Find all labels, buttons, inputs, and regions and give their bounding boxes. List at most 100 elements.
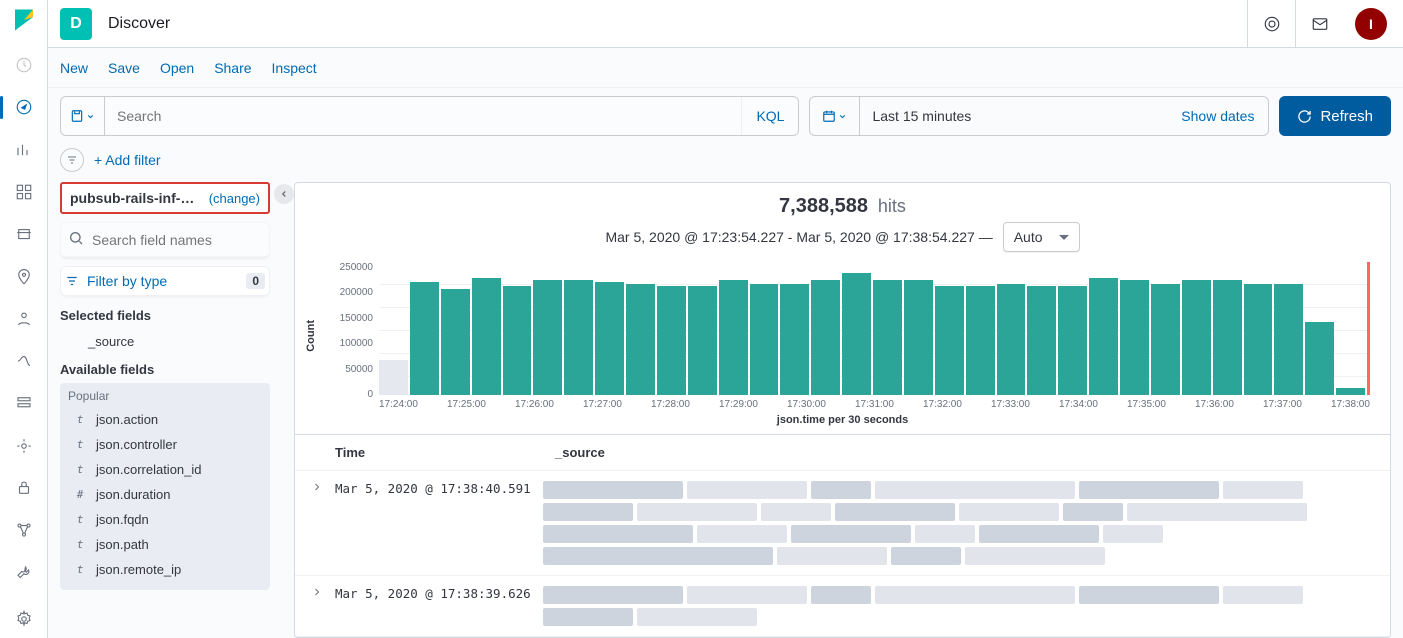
field-type-icon: t: [72, 413, 88, 426]
collapse-sidebar-button[interactable]: [274, 184, 294, 204]
field-item[interactable]: tjson.action: [68, 407, 262, 432]
rail-uptime-icon[interactable]: [4, 469, 44, 507]
rail-recent-icon[interactable]: [4, 46, 44, 84]
histogram-bar[interactable]: [379, 360, 408, 395]
field-type-icon: #: [72, 488, 88, 501]
histogram-bar[interactable]: [626, 284, 655, 395]
histogram-bar[interactable]: [935, 286, 964, 395]
column-source[interactable]: _source: [555, 445, 605, 460]
index-pattern-change[interactable]: (change): [209, 191, 260, 206]
rail-discover-icon[interactable]: [4, 88, 44, 126]
histogram-bar[interactable]: [750, 284, 779, 395]
date-picker-button[interactable]: [810, 97, 860, 135]
field-item[interactable]: t json.path: [68, 532, 262, 557]
y-tick: 200000: [340, 287, 373, 298]
rail-maps-icon[interactable]: [4, 257, 44, 295]
field-name: json.remote_ip: [96, 562, 181, 577]
field-item[interactable]: tjson.correlation_id: [68, 457, 262, 482]
histogram-bar[interactable]: [472, 278, 501, 395]
histogram-bar[interactable]: [410, 282, 439, 395]
interval-select[interactable]: Auto: [1003, 222, 1080, 252]
column-time[interactable]: Time: [335, 445, 555, 460]
histogram-bar[interactable]: [1213, 280, 1242, 395]
histogram-bar[interactable]: [533, 280, 562, 395]
field-item[interactable]: tjson.fqdn: [68, 507, 262, 532]
expand-row-icon[interactable]: [311, 586, 327, 598]
rail-management-icon[interactable]: [4, 600, 44, 638]
histogram-bar[interactable]: [1120, 280, 1149, 395]
field-name: json.path: [96, 537, 149, 552]
field-item[interactable]: tjson.remote_ip: [68, 557, 262, 582]
search-icon: [68, 230, 84, 246]
add-filter-button[interactable]: + Add filter: [94, 152, 161, 168]
histogram-chart[interactable]: Count 250000200000150000100000500000 17:…: [295, 262, 1390, 410]
histogram-bar[interactable]: [997, 284, 1026, 395]
rail-ml-icon[interactable]: [4, 300, 44, 338]
histogram-bar[interactable]: [657, 286, 686, 395]
y-tick: 250000: [340, 262, 373, 273]
date-range-text[interactable]: Last 15 minutes: [860, 108, 1167, 124]
expand-row-icon[interactable]: [311, 481, 327, 493]
new-button[interactable]: New: [60, 60, 88, 76]
histogram-bar[interactable]: [564, 280, 593, 395]
histogram-bar[interactable]: [811, 280, 840, 395]
inspect-button[interactable]: Inspect: [272, 60, 317, 76]
histogram-bar[interactable]: [595, 282, 624, 395]
field-item[interactable]: #json.duration: [68, 482, 262, 507]
share-button[interactable]: Share: [214, 60, 251, 76]
rail-dashboard-icon[interactable]: [4, 173, 44, 211]
field-search-input[interactable]: [60, 222, 270, 258]
field-type-icon: t: [72, 538, 88, 551]
kibana-logo[interactable]: [12, 8, 36, 32]
x-tick: 17:36:00: [1195, 399, 1234, 410]
histogram-bar[interactable]: [780, 284, 809, 395]
search-input[interactable]: [105, 97, 741, 135]
row-time: Mar 5, 2020 @ 17:38:40.591: [335, 481, 535, 496]
histogram-bar[interactable]: [1336, 388, 1365, 395]
rail-canvas-icon[interactable]: [4, 215, 44, 253]
x-tick: 17:24:00: [379, 399, 418, 410]
histogram-bar[interactable]: [1244, 284, 1273, 395]
histogram-bar[interactable]: [688, 286, 717, 395]
histogram-bar[interactable]: [1058, 286, 1087, 395]
newsfeed-icon[interactable]: [1247, 0, 1295, 48]
show-dates-button[interactable]: Show dates: [1167, 108, 1268, 124]
histogram-bar[interactable]: [719, 280, 748, 395]
saved-queries-button[interactable]: [61, 97, 105, 135]
rail-graph-icon[interactable]: [4, 511, 44, 549]
field-item[interactable]: tjson.controller: [68, 432, 262, 457]
document-table: Time _source Mar 5, 2020 @ 17:38:40.591 M…: [295, 434, 1390, 637]
filter-options-icon[interactable]: [60, 148, 84, 172]
x-tick: 17:29:00: [719, 399, 758, 410]
filter-by-type-button[interactable]: Filter by type 0: [60, 266, 270, 296]
histogram-bar[interactable]: [842, 273, 871, 395]
rail-apm-icon[interactable]: [4, 427, 44, 465]
open-button[interactable]: Open: [160, 60, 194, 76]
histogram-bar[interactable]: [503, 286, 532, 395]
field-type-icon: t: [72, 513, 88, 526]
kql-button[interactable]: KQL: [741, 97, 798, 135]
histogram-bar[interactable]: [1182, 280, 1211, 395]
histogram-bar[interactable]: [1274, 284, 1303, 395]
histogram-bar[interactable]: [1151, 284, 1180, 395]
histogram-bar[interactable]: [1305, 322, 1334, 395]
query-bar: KQL Last 15 minutes Show dates Refresh: [48, 88, 1403, 144]
rail-devtools-icon[interactable]: [4, 553, 44, 591]
histogram-bar[interactable]: [1027, 286, 1056, 395]
refresh-button[interactable]: Refresh: [1279, 96, 1391, 136]
histogram-bar[interactable]: [1089, 278, 1118, 395]
app-header: D Discover I: [48, 0, 1403, 48]
histogram-bar[interactable]: [966, 286, 995, 395]
field-item[interactable]: _source: [60, 329, 270, 354]
histogram-bar[interactable]: [441, 289, 470, 395]
rail-metrics-icon[interactable]: [4, 342, 44, 380]
inbox-icon[interactable]: [1295, 0, 1343, 48]
save-button[interactable]: Save: [108, 60, 140, 76]
histogram-bar[interactable]: [873, 280, 902, 395]
user-avatar[interactable]: I: [1355, 8, 1387, 40]
histogram-bar[interactable]: [904, 280, 933, 395]
table-row: Mar 5, 2020 @ 17:38:39.626: [295, 576, 1390, 637]
index-pattern-selector[interactable]: pubsub-rails-inf-… (change): [60, 182, 270, 214]
rail-visualize-icon[interactable]: [4, 131, 44, 169]
rail-logs-icon[interactable]: [4, 384, 44, 422]
